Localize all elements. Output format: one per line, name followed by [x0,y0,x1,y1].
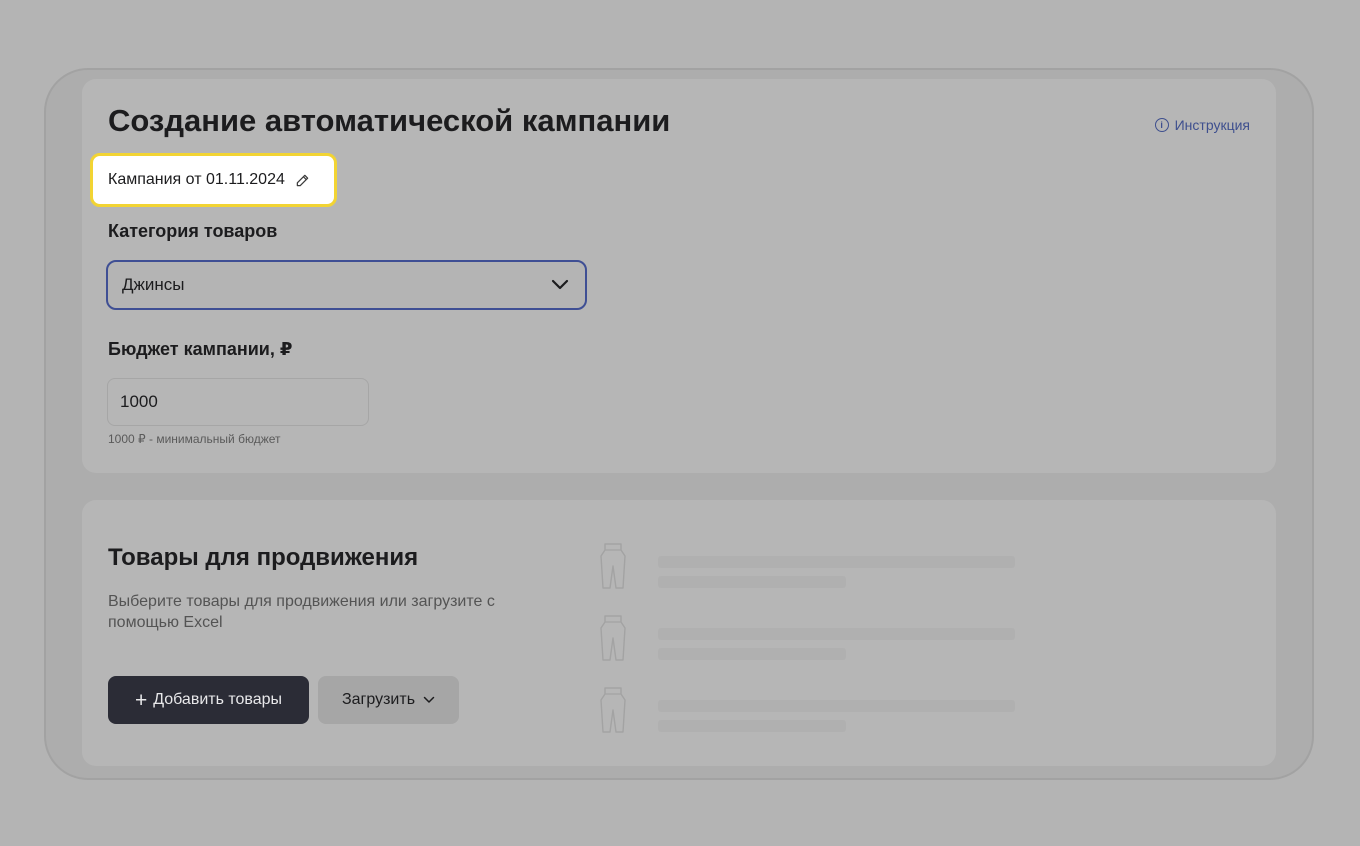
chevron-down-icon [423,696,435,703]
skeleton-line [658,720,846,732]
plus-icon: + [134,688,148,712]
jeans-outline-icon [600,543,626,589]
upload-button-label: Загрузить [341,691,416,708]
category-label: Категория товаров [108,221,278,241]
skeleton-line [658,648,846,660]
campaign-settings-card: Создание автоматической кампании i Инстр… [82,79,1276,473]
skeleton-line [658,700,1015,712]
skeleton-line [658,576,846,588]
upload-button[interactable]: Загрузить [318,676,459,724]
category-select-value: Джинсы [122,275,185,294]
campaign-name: Кампания от 01.11.2024 [108,171,285,188]
info-icon: i [1154,118,1169,132]
budget-hint: 1000 ₽ - минимальный бюджет [108,432,281,446]
chevron-down-icon [551,279,569,290]
jeans-outline-icon [600,687,626,733]
jeans-outline-icon [600,615,626,661]
skeleton-line [658,628,1015,640]
products-section-title: Товары для продвижения [108,544,419,571]
products-section-description: Выберите товары для продвижения или загр… [108,593,495,631]
add-products-button-label: Добавить товары [153,691,283,708]
category-select[interactable]: Джинсы [106,260,587,310]
product-placeholder-row [590,536,1020,596]
budget-label: Бюджет кампании, ₽ [108,339,293,359]
product-placeholder-row [590,680,1020,740]
add-products-button[interactable]: + Добавить товары [108,676,309,724]
instruction-link[interactable]: i Инструкция [1154,117,1250,133]
instruction-link-label: Инструкция [1174,117,1250,133]
pencil-icon [296,174,309,186]
products-card: Товары для продвижения Выберите товары д… [82,500,1276,766]
page-title: Создание автоматической кампании [108,103,671,138]
skeleton-line [658,556,1015,568]
budget-input[interactable] [107,378,369,426]
product-placeholder-row [590,608,1020,668]
campaign-name-edit[interactable]: Кампания от 01.11.2024 [90,153,337,207]
